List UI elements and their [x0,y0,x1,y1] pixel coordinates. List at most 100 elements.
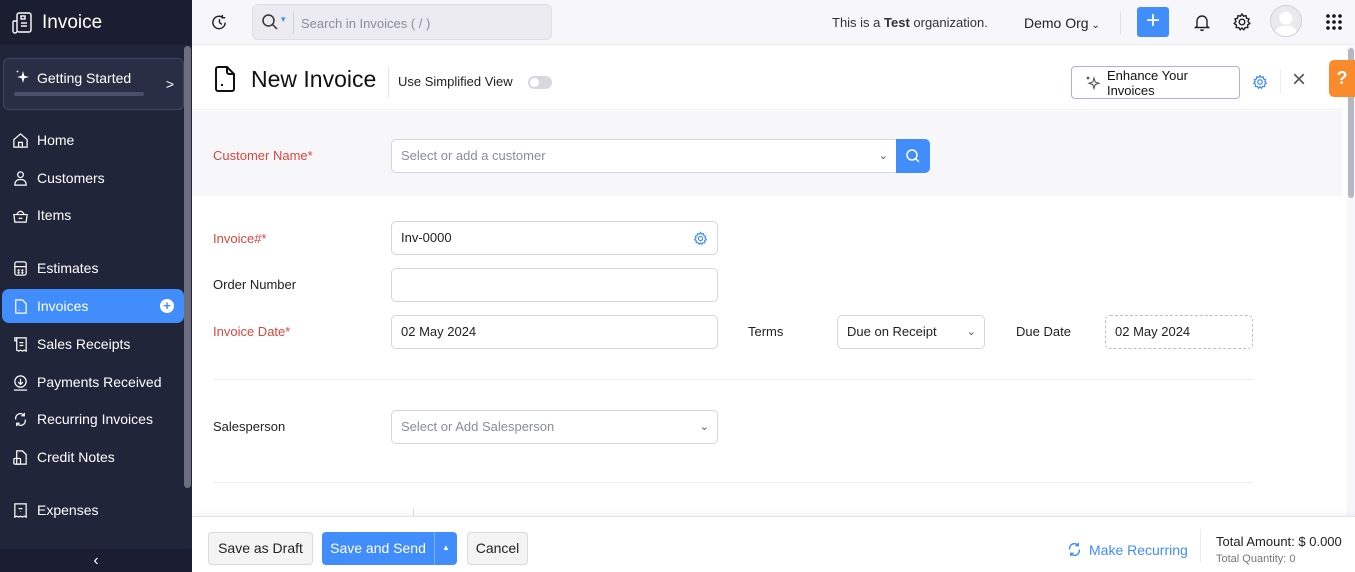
sidebar-item-label: Items [37,207,72,223]
credit-note-icon [13,449,27,465]
gear-icon[interactable] [693,231,708,246]
org-notice-suffix: organization. [909,15,988,30]
add-invoice-icon[interactable]: + [160,299,174,313]
document-icon [215,66,235,92]
search-icon[interactable] [261,13,279,31]
chevron-down-icon: ⌄ [699,421,709,433]
user-avatar-icon [1271,6,1301,36]
header-divider [388,66,389,98]
search-input[interactable] [301,13,541,33]
getting-started-card[interactable]: Getting Started > [3,58,184,110]
sidebar: Invoice Getting Started > Home Customers… [0,0,192,572]
total-amount: Total Amount: $ 0.000 [1216,534,1342,549]
customer-select[interactable]: Select or add a customer ⌄ [391,139,897,173]
sidebar-item-invoices[interactable]: Invoices + [2,289,184,323]
recent-history-icon[interactable] [210,13,229,32]
salesperson-label: Salesperson [213,419,286,434]
sidebar-item-recurring-invoices[interactable]: Recurring Invoices [2,402,184,436]
invoice-date-field[interactable]: 02 May 2024 [391,315,718,349]
close-icon[interactable]: × [1292,68,1306,92]
chevron-down-icon: ⌄ [878,150,888,162]
user-icon [14,170,27,186]
gear-icon[interactable] [1232,12,1252,32]
invoice-icon [15,298,27,314]
gear-icon[interactable] [1252,74,1268,90]
recurring-icon [15,412,26,426]
sidebar-item-payments-received[interactable]: Payments Received [2,365,184,399]
sidebar-item-label: Recurring Invoices [37,411,153,427]
sidebar-item-estimates[interactable]: Estimates [2,251,184,285]
org-switcher[interactable]: Demo Org ⌄ [1024,15,1100,31]
org-notice: This is a Test organization. [832,15,988,30]
apps-grid-icon[interactable] [1325,13,1343,31]
sidebar-item-home[interactable]: Home [2,123,184,157]
sparkle-icon [16,70,29,83]
terms-select[interactable]: Due on Receipt ⌄ [837,315,985,349]
plus-icon: + [1145,7,1160,34]
sidebar-item-sales-receipts[interactable]: Sales Receipts [2,327,184,361]
due-date-label: Due Date [1016,324,1071,339]
toggle-knob [530,78,539,87]
chevron-right-icon: > [165,76,174,92]
invoice-logo-icon [12,11,32,34]
order-number-field[interactable] [391,268,718,302]
section-divider [213,482,1253,483]
order-number-label: Order Number [213,277,297,292]
home-icon [13,132,28,148]
sidebar-item-label: Sales Receipts [37,336,131,352]
caret-up-icon[interactable]: ▲ [435,532,457,565]
sidebar-scrollbar[interactable] [184,46,191,488]
avatar[interactable] [1270,5,1302,37]
page-title: New Invoice [251,66,377,92]
customer-placeholder: Select or add a customer [401,148,546,163]
page-scrollbar[interactable] [1347,46,1355,516]
search-box[interactable]: ▾ [252,4,552,40]
sidebar-item-label: Payments Received [37,374,162,390]
sidebar-item-customers[interactable]: Customers [2,161,184,195]
make-recurring-button[interactable]: Make Recurring [1066,541,1188,558]
salesperson-placeholder: Select or Add Salesperson [401,419,555,434]
sidebar-item-label: Credit Notes [37,449,115,465]
total-quantity: Total Quantity: 0 [1216,553,1296,565]
cancel-button[interactable]: Cancel [467,532,528,565]
sidebar-brand[interactable]: Invoice [0,0,192,45]
calculator-icon [14,260,27,276]
search-divider [293,12,294,34]
collapse-sidebar-button[interactable]: ‹ [0,549,192,572]
invoice-form: New Invoice Use Simplified View Enhance … [192,46,1342,516]
sidebar-item-items[interactable]: Items [2,198,184,232]
sidebar-item-credit-notes[interactable]: Credit Notes [2,440,184,474]
bell-icon[interactable] [1192,12,1212,32]
simplified-view-toggle[interactable] [528,76,552,89]
sparkle-icon [1086,75,1101,90]
search-scope-chevron-icon[interactable]: ▾ [281,14,286,25]
receipt-icon [14,336,27,352]
salesperson-select[interactable]: Select or Add Salesperson ⌄ [391,410,718,444]
section-divider [213,379,1253,380]
customer-search-button[interactable] [896,139,930,173]
save-draft-button[interactable]: Save as Draft [208,532,313,565]
save-send-button[interactable]: Save and Send [322,532,434,565]
simplified-view-label: Use Simplified View [398,74,513,89]
sidebar-item-label: Expenses [37,502,99,518]
invoice-number-field[interactable]: Inv-0000 [391,221,718,255]
topbar-divider [1120,12,1121,34]
invoice-number-label: Invoice#* [213,231,267,246]
due-date-field[interactable]: 02 May 2024 [1105,315,1253,349]
basket-icon [13,210,28,223]
sidebar-item-label: Customers [37,170,105,186]
sidebar-item-label: Invoices [37,298,89,314]
form-footer: Save as Draft Save and Send ▲ Cancel Mak… [192,516,1355,572]
sidebar-item-expenses[interactable]: Expenses [2,493,184,527]
footer-divider [1200,529,1201,563]
quick-create-button[interactable]: + [1137,7,1169,37]
enhance-invoices-button[interactable]: Enhance Your Invoices [1071,66,1240,99]
getting-started-label: Getting Started [37,70,132,86]
topbar: ▾ This is a Test organization. Demo Org … [192,0,1355,45]
expense-icon [14,502,27,518]
help-button[interactable]: ? [1329,60,1355,97]
make-recurring-label: Make Recurring [1089,541,1188,558]
download-circle-icon [13,374,28,391]
org-name: Demo Org [1024,15,1089,31]
save-send-split-button: Save and Send ▲ [322,532,457,565]
